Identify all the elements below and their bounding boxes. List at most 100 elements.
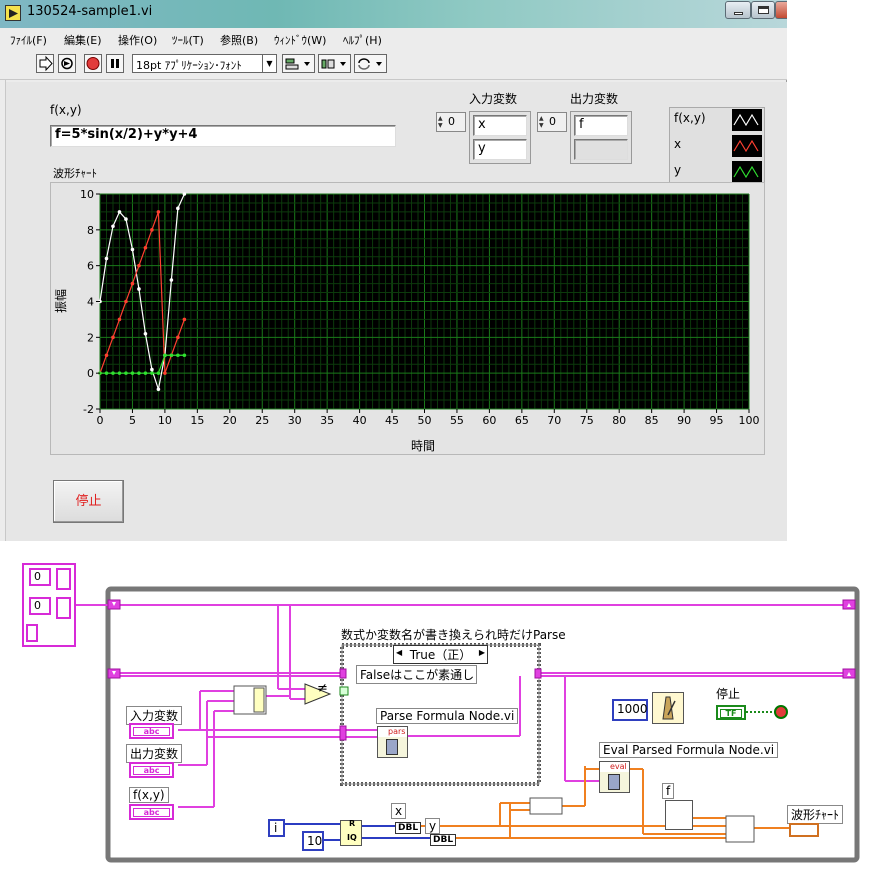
y-tick-label: 6 (87, 260, 94, 273)
menu-edit[interactable]: 編集(E) (64, 32, 102, 48)
legend-label-x: x (674, 137, 682, 151)
series-point-1 (182, 317, 187, 322)
run-arrow-icon (39, 55, 53, 72)
abort-icon (86, 57, 100, 70)
menu-help[interactable]: ﾍﾙﾌﾟ(H) (343, 32, 382, 48)
menu-window[interactable]: ｳｨﾝﾄﾞｳ(W) (274, 32, 326, 48)
wait-ms-function[interactable] (652, 692, 684, 724)
maximize-icon (758, 6, 769, 14)
parse-formula-vi[interactable]: pars (377, 726, 408, 758)
y-tick-label: 2 (87, 331, 94, 344)
to-dbl-y[interactable]: DBL (430, 834, 457, 846)
output-var-empty[interactable] (574, 139, 628, 160)
pause-icon (111, 59, 119, 68)
array-element-empty (26, 624, 38, 642)
output-array-element (56, 597, 71, 619)
chart-label: 波形ﾁｬｰﾄ (53, 167, 97, 180)
font-dropdown[interactable]: 18pt ｱﾌﾟﾘｹｰｼｮﾝ･ﾌｫﾝﾄ ▼ (132, 54, 277, 73)
y-wire-label: y (425, 818, 441, 834)
x-tick-label: 15 (190, 414, 204, 427)
block-diagram: 0 0 数式か変数名が書き換えられ時だけParse ◀ True（正） ▶ Fa… (0, 541, 879, 879)
x-tick-label: 70 (547, 414, 561, 427)
spinner-icon: ▲ ▼ (438, 115, 443, 129)
divisor-constant[interactable]: 10 (302, 831, 324, 851)
f-output-label: f (662, 783, 675, 799)
formula-input[interactable]: f=5*sin(x/2)+y*y+4 (50, 125, 396, 147)
eval-formula-vi[interactable]: eval (599, 761, 630, 793)
series-point-1 (130, 281, 135, 286)
reorder-button[interactable] (354, 54, 387, 73)
run-button[interactable] (36, 54, 54, 73)
abort-button[interactable] (84, 54, 102, 73)
output-vars-index[interactable]: ▲ ▼ 0 (537, 112, 567, 132)
parse-vi-label: Parse Formula Node.vi (376, 708, 519, 724)
to-dbl-x[interactable]: DBL (395, 822, 422, 834)
input-vars-terminal[interactable]: abc (129, 723, 174, 739)
chevron-left-icon: ◀ (396, 648, 403, 657)
x-tick-label: 65 (515, 414, 529, 427)
close-button[interactable] (775, 1, 787, 19)
input-vars-index[interactable]: ▲ ▼ 0 (436, 112, 466, 132)
menu-operate[interactable]: 操作(O) (118, 32, 157, 48)
x-tick-label: 80 (612, 414, 626, 427)
menu-file[interactable]: ﾌｧｲﾙ(F) (10, 32, 47, 48)
series-point-2 (104, 371, 109, 375)
x-tick-label: 85 (645, 414, 659, 427)
stop-button[interactable]: 停止 (53, 480, 124, 523)
input-vars-terminal-tag: abc (133, 727, 170, 736)
chart-terminal[interactable] (789, 823, 819, 837)
index-array-function[interactable] (665, 800, 693, 830)
formula-terminal[interactable]: abc (129, 804, 174, 820)
chevron-right-icon: ▶ (478, 648, 485, 657)
labview-vi-icon (5, 5, 21, 21)
series-point-2 (176, 353, 180, 358)
y-tick-label: 4 (87, 296, 94, 309)
title-bar[interactable]: 130524-sample1.vi (0, 0, 787, 28)
case-selector[interactable]: ◀ True（正） ▶ (393, 645, 488, 664)
iteration-terminal[interactable]: i (268, 819, 285, 837)
distribute-objects-button[interactable] (318, 54, 351, 73)
series-point-0 (124, 217, 128, 221)
chart-svg: 0 5 10 15 20 25 30 35 40 45 50 55 60 65 70 75 80 85 90 95 10… (53, 188, 760, 453)
pause-button[interactable] (106, 54, 124, 73)
output-vars-terminal-tag: abc (133, 766, 170, 775)
input-var-x[interactable]: x (473, 115, 527, 136)
stop-terminal[interactable]: TF (716, 705, 746, 720)
series-point-2 (124, 371, 128, 375)
chart-terminal-label: 波形ﾁｬｰﾄ (787, 805, 844, 824)
run-continuously-button[interactable] (58, 54, 76, 73)
series-point-0 (117, 210, 122, 214)
series-point-0 (182, 192, 187, 196)
series-point-2 (143, 371, 148, 375)
input-array-index[interactable]: 0 (29, 568, 51, 586)
eval-vi-label: Eval Parsed Formula Node.vi (599, 742, 779, 758)
waveform-chart[interactable]: 0 5 10 15 20 25 30 35 40 45 50 55 60 65 70 75 80 85 90 95 10… (50, 182, 765, 455)
series-point-1 (137, 263, 141, 268)
output-vars-terminal[interactable]: abc (129, 762, 174, 778)
y-axis-label: 振幅 (53, 289, 68, 313)
menu-browse[interactable]: 参照(B) (220, 32, 258, 48)
menu-tools[interactable]: ﾂｰﾙ(T) (172, 32, 204, 48)
minimize-button[interactable] (725, 1, 751, 19)
x-tick-label: 50 (418, 414, 432, 427)
maximize-button[interactable] (751, 1, 775, 19)
chart-legend[interactable]: f(x,y) x y (669, 107, 765, 184)
series-point-1 (104, 353, 109, 358)
case-comment: 数式か変数名が書き換えられ時だけParse (341, 628, 566, 642)
x-tick-label: 25 (255, 414, 269, 427)
output-array-index[interactable]: 0 (29, 597, 51, 615)
input-var-y[interactable]: y (473, 139, 527, 160)
series-point-1 (163, 371, 167, 375)
output-var-f[interactable]: f (574, 115, 628, 136)
wait-ms-constant[interactable]: 1000 (612, 699, 648, 721)
series-point-2 (156, 371, 161, 375)
align-objects-button[interactable] (282, 54, 315, 73)
series-point-2 (163, 353, 167, 358)
output-vars-label: 出力変数 (570, 92, 619, 106)
parse-vi-icon (386, 739, 398, 755)
series-point-1 (150, 228, 154, 232)
series-point-0 (111, 224, 115, 229)
legend-label-fxy: f(x,y) (674, 111, 706, 125)
series-point-0 (150, 367, 154, 372)
x-tick-label: 10 (158, 414, 172, 427)
